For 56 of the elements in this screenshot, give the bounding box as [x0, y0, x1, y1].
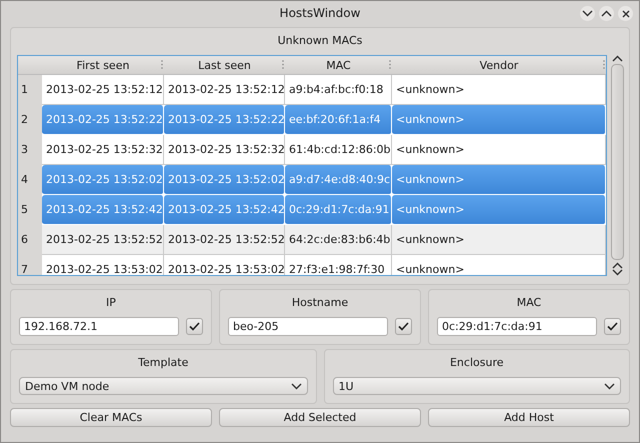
field-label: Enclosure — [450, 356, 504, 369]
action-button[interactable]: Add Selected — [219, 408, 421, 427]
group-title: Unknown MACs — [278, 34, 362, 47]
field-label: Hostname — [292, 296, 348, 309]
table-cell[interactable]: 61:4b:cd:12:86:0b — [285, 135, 392, 165]
field-label: IP — [106, 296, 116, 309]
chevron-down-icon — [582, 10, 593, 17]
check-icon — [189, 322, 200, 331]
table-cell[interactable]: 64:2c:de:83:b6:4b — [285, 225, 392, 255]
maximize-button[interactable] — [599, 6, 614, 21]
confirm-button[interactable] — [186, 318, 203, 335]
table-cell[interactable]: 2013-02-25 13:52:12 — [164, 75, 285, 105]
check-icon — [607, 322, 618, 331]
row-header[interactable]: 4 — [18, 165, 42, 195]
confirm-button[interactable] — [604, 318, 621, 335]
check-icon — [398, 322, 409, 331]
text-field[interactable]: 0c:29:d1:7c:da:91 — [437, 317, 597, 336]
chevron-down-icon — [290, 382, 302, 390]
field-label: MAC — [516, 296, 542, 309]
chevron-down-icon — [604, 382, 615, 390]
confirm-button[interactable] — [395, 318, 412, 335]
chevron-up-icon — [601, 10, 612, 17]
chevron-down-icon — [612, 269, 622, 276]
row-header[interactable]: 2 — [18, 105, 42, 135]
table-cell[interactable]: <unknown> — [392, 225, 606, 255]
chevron-up-icon — [612, 262, 622, 269]
window-title: HostsWindow — [280, 6, 360, 20]
action-button[interactable]: Add Host — [428, 408, 630, 427]
table-cell[interactable]: a9:b4:af:bc:f0:18 — [285, 75, 392, 105]
scrollbar[interactable] — [609, 55, 625, 276]
row-header[interactable]: 7 — [18, 255, 42, 275]
action-button[interactable]: Clear MACs — [10, 408, 212, 427]
text-field[interactable]: 192.168.72.1 — [19, 317, 179, 336]
row-header[interactable]: 3 — [18, 135, 42, 165]
table-cell[interactable]: 2013-02-25 13:52:32 — [42, 135, 164, 165]
column-header[interactable]: MAC — [285, 56, 392, 74]
close-icon — [622, 10, 630, 18]
dropdown[interactable]: Demo VM node — [19, 377, 308, 395]
table-cell[interactable]: <unknown> — [392, 75, 606, 105]
column-header[interactable]: Last seen — [164, 56, 285, 74]
chevron-up-icon — [612, 55, 622, 62]
dropdown[interactable]: 1U — [332, 377, 621, 395]
row-header[interactable]: 6 — [18, 225, 42, 255]
table-cell[interactable]: 2013-02-25 13:52:12 — [42, 75, 164, 105]
column-header[interactable]: Vendor — [392, 56, 606, 74]
row-header[interactable]: 1 — [18, 75, 42, 105]
row-header[interactable]: 5 — [18, 195, 42, 225]
minimize-button[interactable] — [580, 6, 595, 21]
table-cell[interactable]: 2013-02-25 13:52:32 — [164, 135, 285, 165]
table-cell[interactable]: 2013-02-25 13:52:52 — [164, 225, 285, 255]
text-field[interactable]: beo-205 — [228, 317, 388, 336]
close-button[interactable] — [618, 6, 633, 21]
column-header[interactable]: First seen — [42, 56, 164, 74]
table-cell[interactable]: <unknown> — [392, 135, 606, 165]
field-label: Template — [138, 356, 188, 369]
table-cell[interactable]: 2013-02-25 13:52:52 — [42, 225, 164, 255]
